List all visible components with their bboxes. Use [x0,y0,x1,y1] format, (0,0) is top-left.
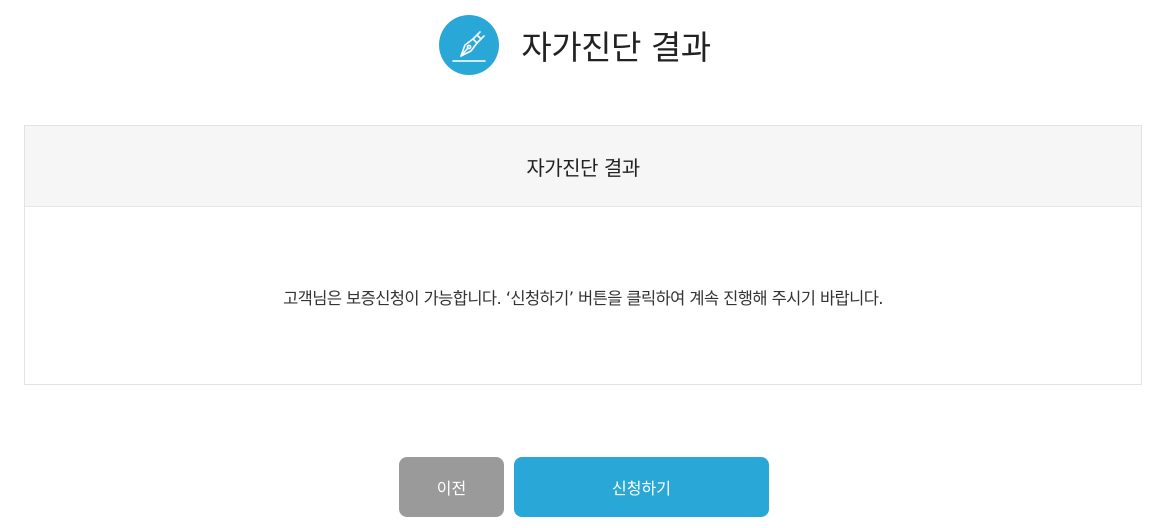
header-inner: 자가진단 결과 [439,15,711,75]
prev-button[interactable]: 이전 [399,457,504,517]
page-title: 자가진단 결과 [521,28,711,67]
result-panel: 자가진단 결과 고객님은 보증신청이 가능합니다. ‘신청하기’ 버튼을 클릭하… [24,125,1142,385]
self-diagnosis-result-page: 자가진단 결과 자가진단 결과 고객님은 보증신청이 가능합니다. ‘신청하기’… [0,0,1160,528]
result-message: 고객님은 보증신청이 가능합니다. ‘신청하기’ 버튼을 클릭하여 계속 진행해… [283,288,883,308]
page-header: 자가진단 결과 [0,15,1160,75]
panel-header: 자가진단 결과 [25,126,1141,207]
apply-button[interactable]: 신청하기 [514,457,769,517]
pen-nib-icon [439,15,500,75]
panel-title: 자가진단 결과 [526,155,640,180]
action-buttons: 이전 신청하기 [0,457,1160,517]
panel-body: 고객님은 보증신청이 가능합니다. ‘신청하기’ 버튼을 클릭하여 계속 진행해… [25,207,1141,386]
